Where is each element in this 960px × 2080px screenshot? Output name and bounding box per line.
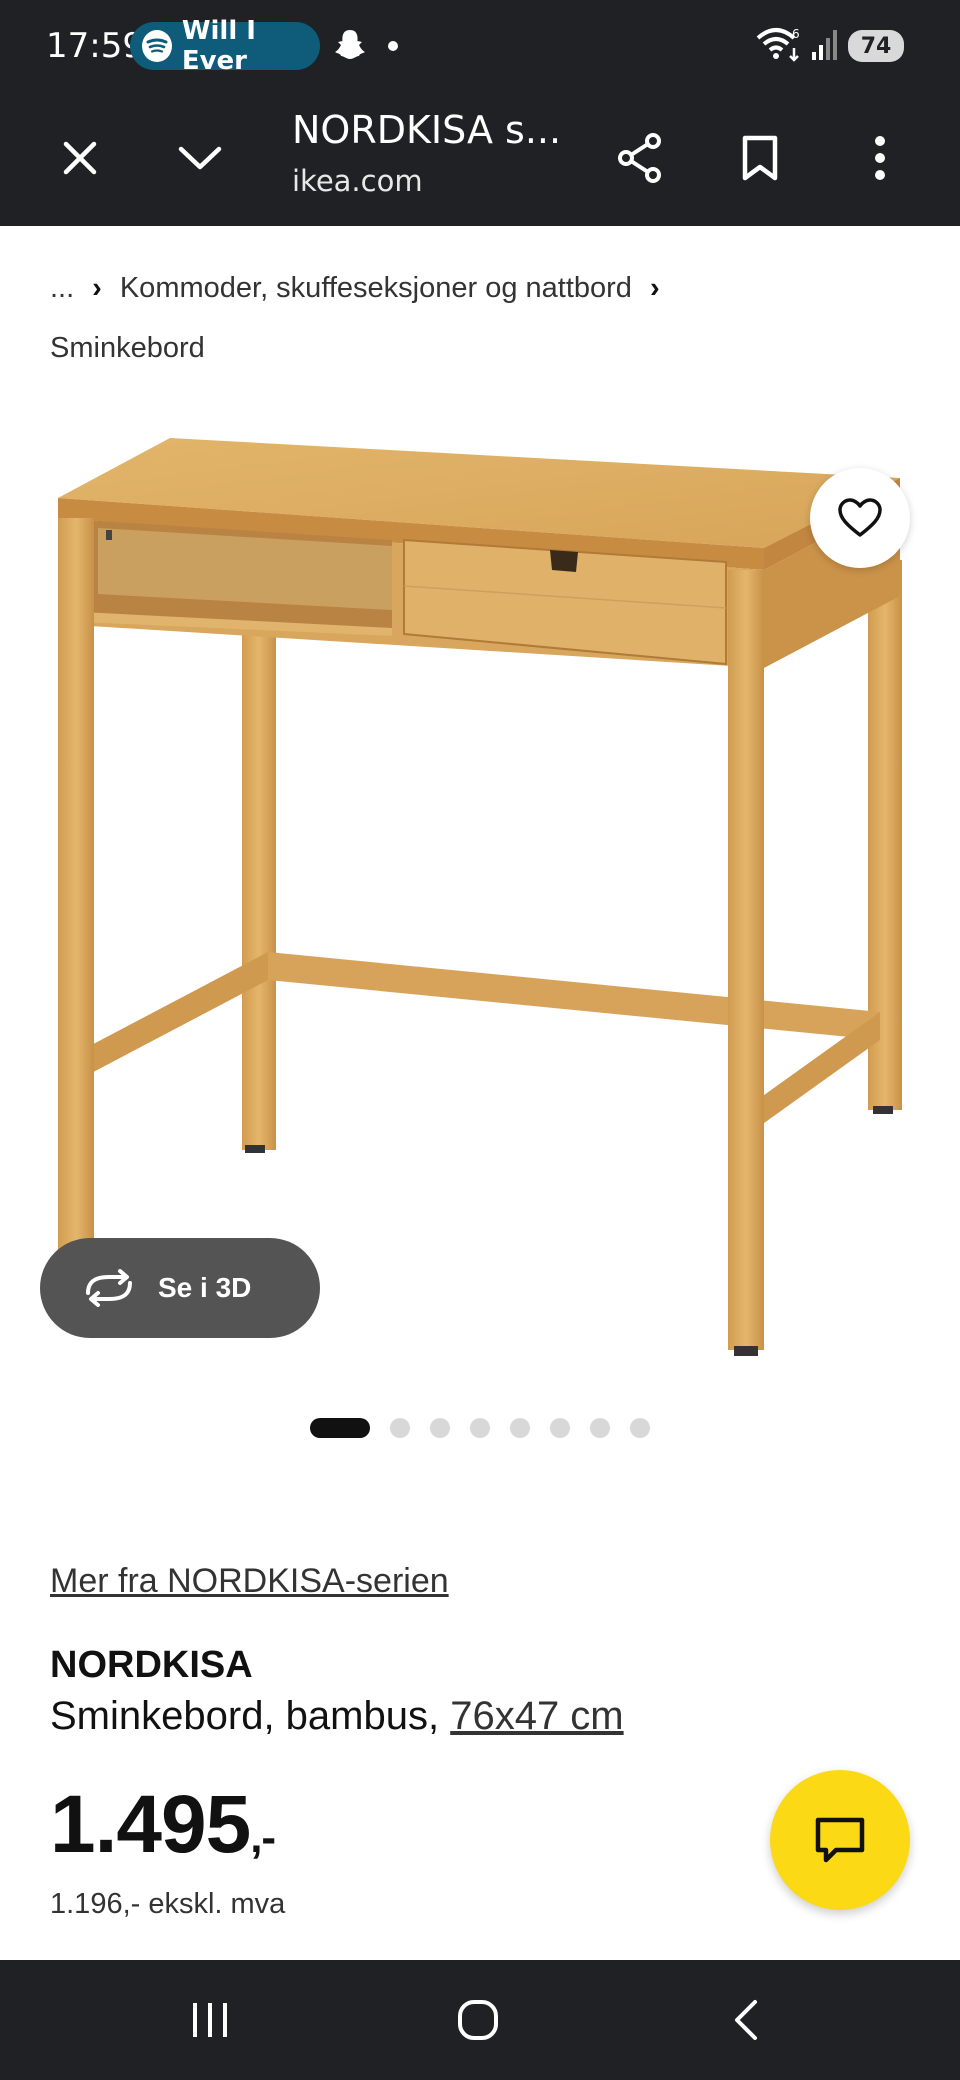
chat-icon [815,1817,865,1863]
view-3d-button[interactable]: Se i 3D [40,1238,320,1338]
heart-icon [838,498,882,537]
price-suffix: ,- [250,1813,276,1862]
wifi-icon: 6 [756,26,802,67]
minimize-button[interactable] [166,124,234,192]
chevron-down-icon [178,146,222,170]
price-main: 1.495 [50,1779,251,1870]
notification-dot-icon [388,41,398,51]
close-button[interactable] [46,124,114,192]
svg-text:6: 6 [792,27,800,41]
more-vert-icon [875,136,885,180]
rotate-3d-icon [86,1269,132,1307]
product-price: 1.495,- [50,1778,276,1872]
carousel-dot[interactable] [590,1418,610,1438]
product-description: Sminkebord, bambus, 76x47 cm [50,1694,624,1739]
system-navigation-bar [0,1960,960,2080]
spotify-icon [142,30,172,62]
price-excluding-vat: 1.196,- ekskl. mva [50,1888,286,1920]
chat-button[interactable] [770,1770,910,1910]
home-button[interactable] [428,1980,528,2060]
back-icon [735,2000,757,2040]
product-description-text: Sminkebord, bambus, [50,1694,451,1738]
home-icon [458,2000,498,2040]
carousel-dot[interactable] [310,1418,370,1438]
series-link[interactable]: Mer fra NORDKISA-serien [50,1562,449,1601]
breadcrumb-category[interactable]: Kommoder, skuffeseksjoner og nattbord [120,272,632,304]
status-bar: 17:59 Will I Ever 6 74 [0,0,960,90]
bookmark-icon [742,135,778,181]
carousel-dot[interactable] [510,1418,530,1438]
chevron-right-icon: › [92,272,102,304]
carousel-dot[interactable] [470,1418,490,1438]
page-title: NORDKISA s... [292,108,562,152]
measurement-link[interactable]: 76x47 cm [450,1694,623,1738]
carousel-dot[interactable] [430,1418,450,1438]
image-carousel-indicator [310,1418,670,1438]
media-pill[interactable]: Will I Ever [130,16,320,76]
battery-indicator: 74 [848,30,904,62]
recent-apps-button[interactable] [160,1980,260,2060]
product-image[interactable] [0,400,960,1380]
custom-tab-toolbar: NORDKISA s... ikea.com [0,90,960,226]
carousel-dot[interactable] [390,1418,410,1438]
media-label: Will I Ever [181,16,256,76]
back-button[interactable] [696,1980,796,2060]
recent-apps-icon [193,2003,227,2037]
snapchat-icon [334,28,366,67]
share-button[interactable] [606,124,674,192]
share-icon [618,133,661,183]
product-name: NORDKISA [50,1644,253,1686]
chevron-right-icon: › [649,272,660,304]
carousel-dot[interactable] [630,1418,650,1438]
bookmark-button[interactable] [726,124,794,192]
breadcrumb: ... › Kommoder, skuffeseksjoner og nattbor… [50,258,920,378]
carousel-dot[interactable] [550,1418,570,1438]
page-url: ikea.com [292,164,423,198]
favorite-button[interactable] [810,468,910,568]
view-3d-label: Se i 3D [158,1272,252,1303]
signal-icon [810,28,840,65]
breadcrumb-ellipsis[interactable]: ... [50,272,74,304]
breadcrumb-current[interactable]: Sminkebord [50,332,205,364]
close-icon [63,141,97,175]
more-options-button[interactable] [846,124,914,192]
